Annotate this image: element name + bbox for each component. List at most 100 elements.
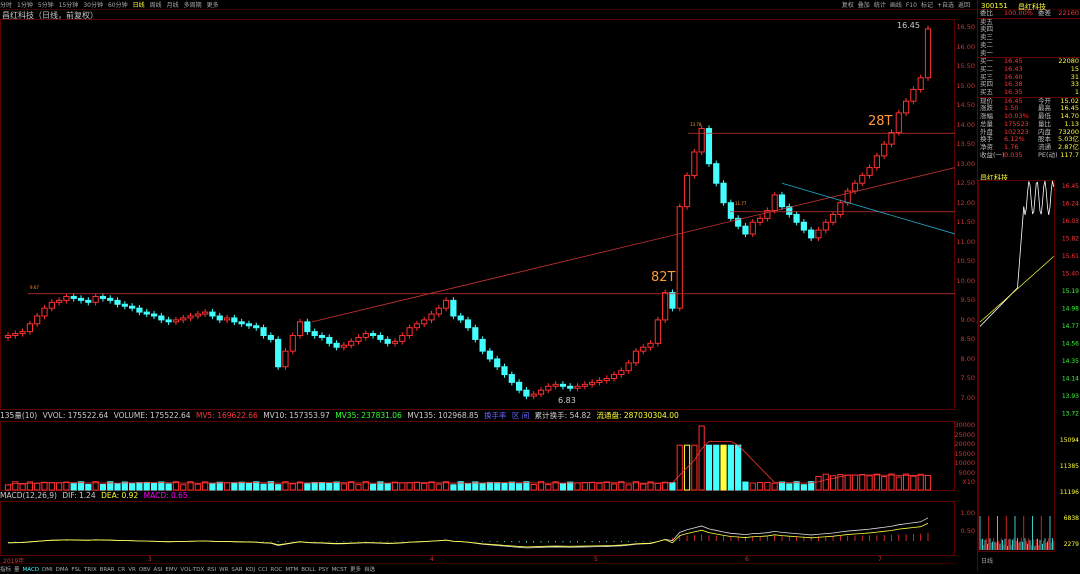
candle[interactable] xyxy=(4,332,12,341)
volume-bar[interactable] xyxy=(895,476,902,491)
candle[interactable] xyxy=(12,330,19,339)
candle[interactable] xyxy=(384,336,391,347)
volume-bar[interactable] xyxy=(180,484,187,491)
indicator-tab-15[interactable]: WR xyxy=(219,566,228,574)
candle[interactable] xyxy=(647,340,654,351)
indicator-tab-2[interactable]: MACD xyxy=(23,566,40,574)
volume-bar[interactable] xyxy=(165,483,172,491)
volume-bar[interactable] xyxy=(603,481,610,491)
indicator-tab-18[interactable]: CCI xyxy=(258,566,267,574)
candle[interactable] xyxy=(34,312,41,327)
candle[interactable] xyxy=(822,219,829,234)
candle[interactable] xyxy=(749,219,756,238)
candle[interactable] xyxy=(99,293,107,302)
candlestick-chart[interactable]: 16.45 6.83 82T 28T 9.67 13.78 11.77 xyxy=(0,19,955,410)
indicator-tab-19[interactable]: ROC xyxy=(270,566,282,574)
period-tab-8[interactable]: 月线 xyxy=(167,1,179,10)
candle[interactable] xyxy=(516,379,523,394)
candle[interactable] xyxy=(304,318,311,335)
volume-bar[interactable] xyxy=(713,444,720,491)
candle[interactable] xyxy=(486,348,494,363)
candle[interactable] xyxy=(472,324,479,343)
period-tab-4[interactable]: 30分钟 xyxy=(83,1,103,10)
volume-bar[interactable] xyxy=(902,473,910,491)
indicator-tab-14[interactable]: RSI xyxy=(207,566,216,574)
candle[interactable] xyxy=(19,328,26,337)
volume-bar[interactable] xyxy=(304,482,311,491)
candle[interactable] xyxy=(742,223,749,238)
candle[interactable] xyxy=(902,98,910,117)
volume-bar[interactable] xyxy=(99,484,107,491)
indicator-tab-10[interactable]: OBV xyxy=(139,566,151,574)
volume-bar[interactable] xyxy=(245,482,253,491)
candle[interactable] xyxy=(267,332,274,343)
indicator-tab-8[interactable]: CR xyxy=(118,566,126,574)
volume-bar[interactable] xyxy=(56,482,63,491)
indicator-tab-25[interactable]: 自选 xyxy=(364,566,375,574)
candle[interactable] xyxy=(559,381,567,390)
volume-bar[interactable] xyxy=(413,481,420,491)
candle[interactable] xyxy=(537,387,545,398)
indicator-tab-21[interactable]: BOLL xyxy=(301,566,315,574)
candle[interactable] xyxy=(435,305,442,318)
volume-bar[interactable] xyxy=(391,481,399,491)
candle[interactable] xyxy=(888,129,895,148)
candle[interactable] xyxy=(808,226,815,242)
candle[interactable] xyxy=(26,320,34,335)
volume-bar[interactable] xyxy=(815,476,822,491)
indicator-tab-24[interactable]: 更多 xyxy=(350,566,361,574)
volume-bar[interactable] xyxy=(545,483,552,491)
candle[interactable] xyxy=(618,367,625,378)
candle[interactable] xyxy=(362,330,369,341)
candle[interactable] xyxy=(567,383,574,392)
indicator-tab-12[interactable]: EMV xyxy=(165,566,177,574)
macd-chart[interactable] xyxy=(0,501,955,556)
candle[interactable] xyxy=(910,86,917,105)
candle[interactable] xyxy=(318,332,326,341)
candle[interactable] xyxy=(589,379,596,388)
candle[interactable] xyxy=(786,203,793,218)
candle[interactable] xyxy=(895,109,902,136)
volume-bar[interactable] xyxy=(917,473,924,491)
candle[interactable] xyxy=(296,318,304,339)
volume-bar[interactable] xyxy=(851,474,859,491)
volume-bar[interactable] xyxy=(136,482,143,491)
candle[interactable] xyxy=(837,199,844,218)
candle[interactable] xyxy=(727,199,734,222)
candle[interactable] xyxy=(121,301,128,310)
period-tab-1[interactable]: 1分钟 xyxy=(17,1,33,10)
volume-bar[interactable] xyxy=(318,481,326,491)
candle[interactable] xyxy=(603,375,610,384)
candle[interactable] xyxy=(866,164,873,179)
candle[interactable] xyxy=(231,314,238,325)
candle[interactable] xyxy=(245,320,253,329)
volume-bar[interactable] xyxy=(450,484,457,491)
volume-bar[interactable] xyxy=(910,475,917,491)
volume-bar[interactable] xyxy=(333,481,340,491)
candle[interactable] xyxy=(683,172,691,210)
candle[interactable] xyxy=(289,332,296,355)
candle[interactable] xyxy=(348,338,355,349)
volume-bar[interactable] xyxy=(669,482,676,491)
candle[interactable] xyxy=(924,25,932,81)
candle[interactable] xyxy=(187,312,194,322)
candle[interactable] xyxy=(48,299,55,312)
volume-bar[interactable] xyxy=(508,481,515,491)
candle[interactable] xyxy=(428,310,435,324)
indicator-tab-5[interactable]: FSL xyxy=(71,566,81,574)
volume-bar[interactable] xyxy=(589,481,596,491)
volume-bar[interactable] xyxy=(720,444,727,491)
volume-bar[interactable] xyxy=(625,484,632,491)
volume-bar[interactable] xyxy=(749,482,756,491)
intraday-mini-chart[interactable]: 16.45 16.24 16.03 15.82 15.61 15.40 15.19 14.98… xyxy=(978,180,1080,552)
volume-bar[interactable] xyxy=(530,483,537,491)
candle[interactable] xyxy=(610,371,618,382)
volume-bar[interactable] xyxy=(567,481,574,491)
volume-bar[interactable] xyxy=(399,482,406,491)
candle[interactable] xyxy=(369,330,377,339)
candle[interactable] xyxy=(194,310,201,320)
candle[interactable] xyxy=(654,316,661,347)
volume-bar[interactable] xyxy=(209,482,216,491)
candle[interactable] xyxy=(158,312,165,324)
volume-bar[interactable] xyxy=(34,482,41,491)
